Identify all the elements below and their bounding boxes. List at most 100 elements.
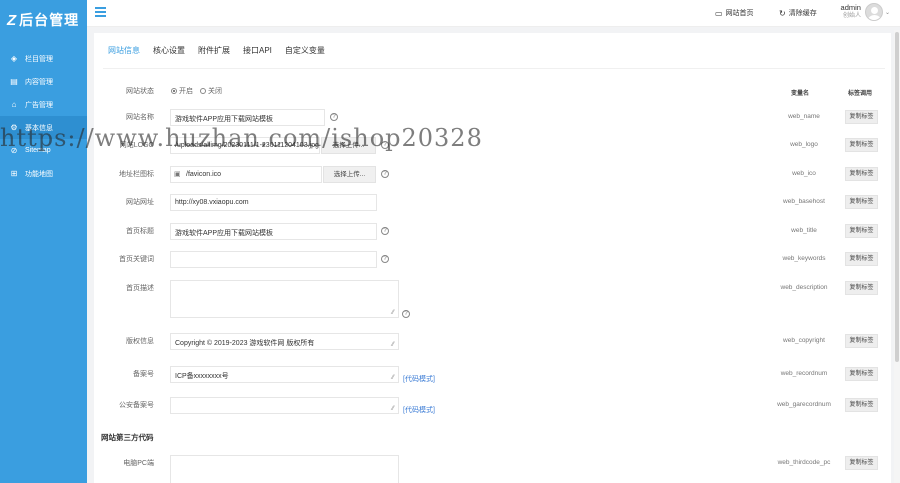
help-icon[interactable]: ? [381, 227, 389, 235]
home-title-input[interactable]: 游戏软件APP应用下载网站模板 [170, 223, 377, 240]
tab-custom-vars[interactable]: 自定义变量 [285, 45, 325, 61]
sidebar-menu: ◈ 栏目管理 ▤ 内容管理 ⌂ 广告管理 ⚙ 基本信息 ⊘ Sitemap ⊞ 功能地图 [0, 47, 87, 185]
chevron-down-icon: ⌄ [884, 9, 890, 16]
tab-attachments[interactable]: 附件扩展 [198, 45, 230, 61]
copyright-textarea[interactable]: Copyright © 2019-2023 游戏软件网 版权所有 [170, 333, 399, 350]
copy-tag-button[interactable]: 复制标签 [845, 110, 878, 124]
user-menu[interactable]: admin 创始人 ⌄ [841, 3, 890, 21]
sidebar-item-function-map[interactable]: ⊞ 功能地图 [0, 162, 87, 185]
sidebar-item-label: 内容管理 [25, 78, 53, 86]
var-name: web_thirdcode_pc [777, 459, 831, 466]
var-name: web_title [791, 227, 817, 234]
section-title-thirdparty: 网站第三方代码 [101, 433, 154, 442]
copy-tag-button[interactable]: 复制标签 [845, 167, 878, 181]
field-label: 网站状态 [126, 88, 154, 95]
favicon-upload-button[interactable]: 选择上传... [323, 166, 376, 183]
page-scrollbar[interactable] [894, 30, 900, 483]
logo-mark-icon: Z [7, 11, 18, 29]
help-icon[interactable]: ? [381, 170, 389, 178]
sidebar-item-column[interactable]: ◈ 栏目管理 [0, 47, 87, 70]
var-name: web_copyright [783, 337, 825, 344]
sidebar-item-ads[interactable]: ⌂ 广告管理 [0, 93, 87, 116]
tab-divider [103, 68, 885, 69]
resize-handle-icon[interactable]: ⁄⁄ [392, 375, 394, 381]
resize-handle-icon[interactable]: ⁄⁄ [392, 342, 394, 348]
username: admin [840, 3, 861, 12]
copy-tag-button[interactable]: 复制标签 [845, 281, 878, 295]
status-off-radio[interactable]: 关闭 [200, 86, 222, 96]
field-label: 网站名称 [126, 114, 154, 121]
code-mode-link[interactable]: [代码模式] [403, 374, 435, 384]
settings-panel: 网站信息 核心设置 附件扩展 接口API 自定义变量 变量名 标签调用 网站状态… [94, 33, 891, 483]
resize-handle-icon[interactable]: ⁄⁄ [392, 406, 394, 412]
tab-api[interactable]: 接口API [243, 45, 272, 61]
police-record-textarea[interactable] [170, 397, 399, 414]
app-logo[interactable]: Z 后台管理 [0, 0, 87, 40]
help-icon[interactable]: ? [330, 113, 338, 121]
document-icon: ▤ [10, 77, 18, 86]
sidebar-item-content[interactable]: ▤ 内容管理 [0, 70, 87, 93]
site-url-input[interactable]: http://xy08.vxiaopu.com [170, 194, 377, 211]
clear-cache-label: 清除缓存 [788, 10, 817, 17]
field-label: 地址栏图标 [119, 171, 154, 178]
home-description-textarea[interactable] [170, 280, 399, 318]
var-name: web_keywords [782, 255, 826, 262]
radio-checked-icon [171, 88, 177, 94]
copy-tag-button[interactable]: 复制标签 [845, 456, 878, 470]
help-icon[interactable]: ? [402, 310, 410, 318]
avatar [864, 3, 883, 21]
icp-record-textarea[interactable]: ICP备xxxxxxxx号 [170, 366, 399, 383]
sidebar: Z 后台管理 ◈ 栏目管理 ▤ 内容管理 ⌂ 广告管理 ⚙ 基本信息 ⊘ Sitemap … [0, 0, 87, 483]
settings-tabs: 网站信息 核心设置 附件扩展 接口API 自定义变量 [108, 45, 338, 61]
help-icon[interactable]: ? [381, 255, 389, 263]
app-title: 后台管理 [19, 12, 80, 28]
column-header-tag: 标签调用 [848, 91, 873, 97]
menu-toggle-icon[interactable] [95, 7, 106, 17]
user-role: 创始人 [842, 13, 861, 19]
sidebar-item-label: 广告管理 [25, 101, 53, 109]
copy-tag-button[interactable]: 复制标签 [845, 195, 878, 209]
sidebar-item-label: 栏目管理 [25, 55, 53, 63]
site-home-link[interactable]: ▭ 网站首页 [715, 8, 754, 18]
var-name: web_garecordnum [777, 401, 831, 408]
monitor-icon: ▭ [715, 8, 723, 18]
column-header-varname: 变量名 [791, 91, 810, 97]
field-label: 首页标题 [126, 228, 154, 235]
radio-label: 关闭 [208, 88, 222, 95]
field-label: 备案号 [133, 371, 154, 378]
var-name: web_name [788, 113, 820, 120]
copy-tag-button[interactable]: 复制标签 [845, 334, 878, 348]
clear-cache-button[interactable]: ↻ 清除缓存 [779, 8, 817, 18]
resize-handle-icon[interactable]: ⁄⁄ [392, 310, 394, 316]
scrollbar-thumb[interactable] [895, 32, 899, 362]
copy-tag-button[interactable]: 复制标签 [845, 398, 878, 412]
copy-tag-button[interactable]: 复制标签 [845, 252, 878, 266]
status-on-radio[interactable]: 开启 [171, 86, 193, 96]
field-label: 首页关键词 [119, 256, 154, 263]
field-label: 公安备案号 [119, 402, 154, 409]
var-name: web_recordnum [780, 370, 828, 377]
ad-icon: ⌂ [11, 100, 17, 109]
var-name: web_description [780, 284, 828, 291]
site-home-label: 网站首页 [725, 10, 754, 17]
refresh-icon: ↻ [779, 8, 786, 18]
favicon-path-input[interactable]: /favicon.ico [170, 166, 322, 183]
grid-icon: ⊞ [10, 169, 18, 178]
image-icon: ▣ [174, 171, 181, 178]
field-label: 首页描述 [126, 285, 154, 292]
home-keywords-input[interactable] [170, 251, 377, 268]
radio-label: 开启 [179, 88, 193, 95]
field-label: 版权信息 [126, 338, 154, 345]
tab-site-info[interactable]: 网站信息 [108, 45, 140, 61]
code-mode-link[interactable]: [代码模式] [403, 405, 435, 415]
var-name: web_basehost [783, 198, 825, 205]
copy-tag-button[interactable]: 复制标签 [845, 367, 878, 381]
var-name: web_ico [792, 170, 816, 177]
radio-unchecked-icon [200, 88, 206, 94]
top-bar: ▭ 网站首页 ↻ 清除缓存 admin 创始人 ⌄ [87, 0, 900, 27]
field-label: 网站网址 [126, 199, 154, 206]
copy-tag-button[interactable]: 复制标签 [845, 224, 878, 238]
pc-code-textarea[interactable] [170, 455, 399, 483]
field-label: 电脑PC端 [123, 460, 154, 467]
tab-core-settings[interactable]: 核心设置 [153, 45, 185, 61]
